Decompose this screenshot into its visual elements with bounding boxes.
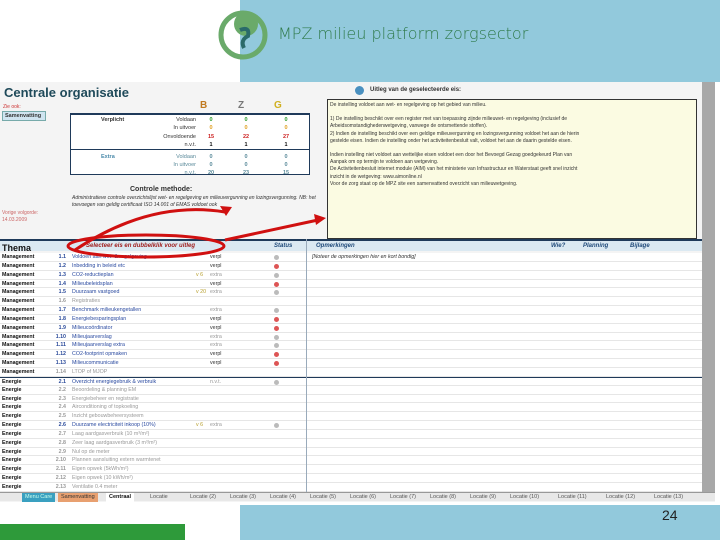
- arrow-to-controle: [74, 208, 226, 252]
- footer-band: [240, 505, 720, 540]
- arrow-to-uitleg: [224, 218, 319, 242]
- annotation-arrows: [66, 206, 326, 259]
- footer-green-bar: [0, 524, 185, 540]
- page-number: 24: [662, 507, 678, 523]
- arrowhead: [314, 214, 326, 225]
